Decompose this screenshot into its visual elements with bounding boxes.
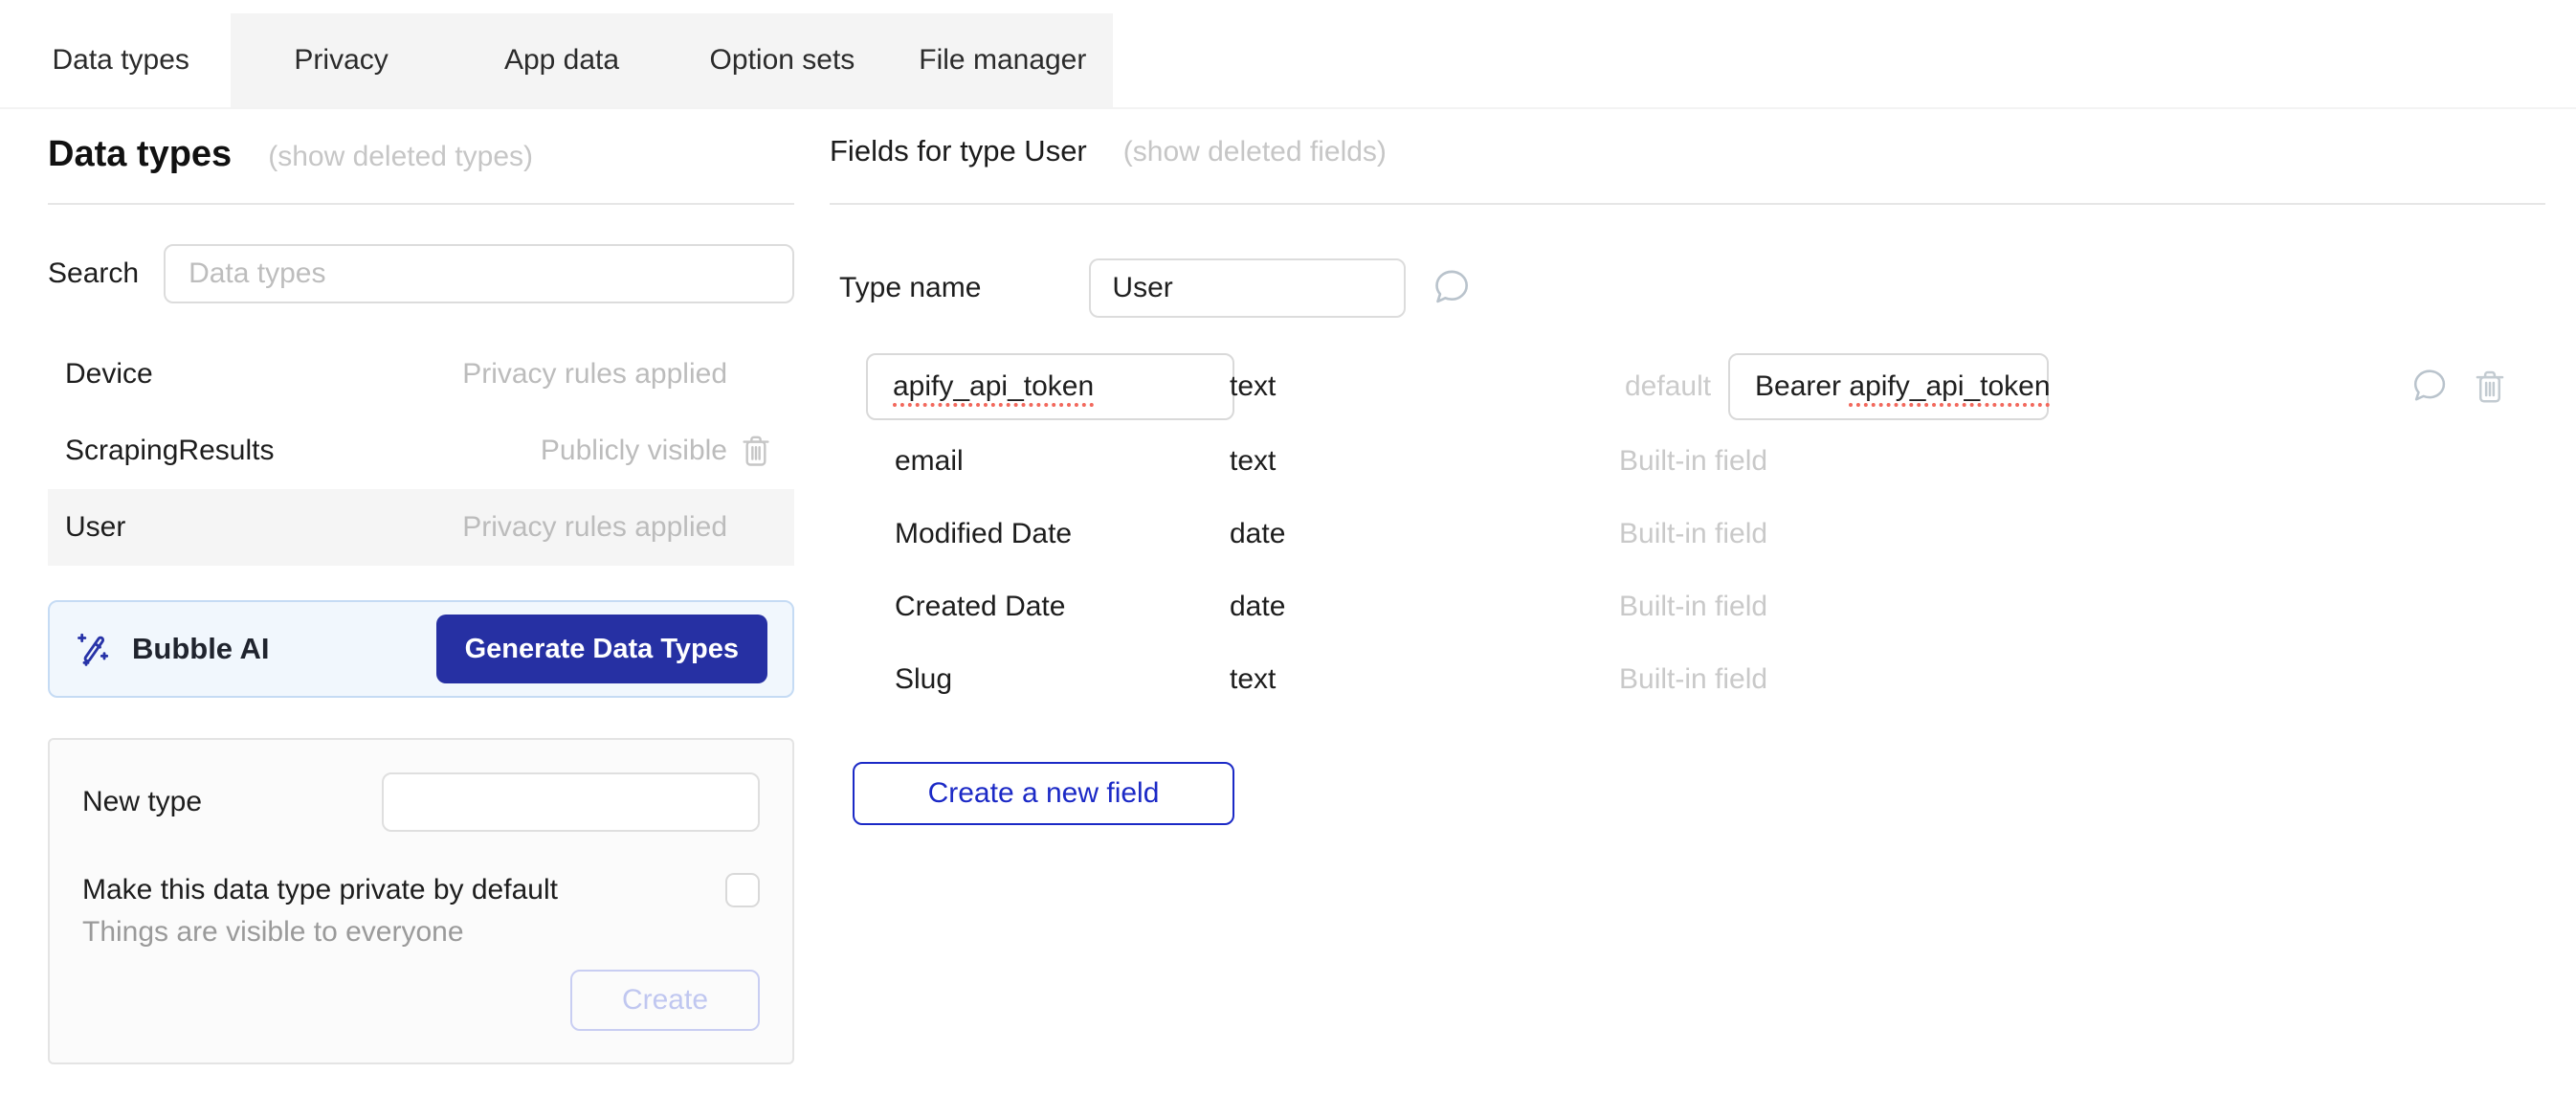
- data-types-panel: Data types (show deleted types) Search D…: [48, 134, 794, 1064]
- comment-bubble-icon: [1429, 268, 1473, 308]
- fields-title: Fields for type User: [830, 134, 1087, 168]
- create-new-field-button[interactable]: Create a new field: [853, 762, 1234, 825]
- field-note: Built-in field: [1619, 445, 1767, 478]
- type-name-input[interactable]: [1089, 258, 1406, 318]
- field-row-actions: [2408, 368, 2507, 406]
- field-note: Built-in field: [1619, 663, 1767, 696]
- tab-option-sets[interactable]: Option sets: [672, 13, 892, 107]
- create-type-button[interactable]: Create: [570, 970, 760, 1031]
- field-row-email[interactable]: email text Built-in field: [830, 425, 2545, 498]
- trash-icon: [2473, 368, 2507, 406]
- type-name-label: Type name: [839, 272, 981, 304]
- search-input[interactable]: [164, 244, 794, 303]
- field-list: apify_api_token text default Bearer apif…: [830, 348, 2545, 716]
- field-row-apify-api-token: apify_api_token text default Bearer apif…: [830, 348, 2545, 425]
- search-label: Search: [48, 257, 139, 290]
- tab-label: App data: [504, 44, 619, 77]
- field-type: text: [1230, 445, 1276, 478]
- type-row-device[interactable]: Device Privacy rules applied: [48, 336, 794, 413]
- field-row-modified-date[interactable]: Modified Date date Built-in field: [830, 498, 2545, 570]
- tab-label: Privacy: [294, 44, 388, 77]
- show-deleted-types-link[interactable]: (show deleted types): [268, 141, 533, 173]
- show-deleted-fields-link[interactable]: (show deleted fields): [1123, 136, 1387, 168]
- tabbar-underline: [0, 107, 2576, 109]
- type-name-comment-button[interactable]: [1429, 268, 1473, 308]
- field-type: date: [1230, 591, 1285, 623]
- tab-privacy[interactable]: Privacy: [231, 13, 451, 107]
- field-name: Created Date: [895, 591, 1065, 623]
- visibility-note: Things are visible to everyone: [82, 916, 760, 949]
- left-header-divider: [48, 203, 794, 205]
- type-row-scrapingresults[interactable]: ScrapingResults Publicly visible: [48, 413, 794, 489]
- type-status: Publicly visible: [541, 435, 727, 467]
- private-by-default-label: Make this data type private by default: [82, 874, 558, 906]
- data-tab-bar: Data types Privacy App data Option sets …: [11, 13, 1113, 107]
- tab-file-manager[interactable]: File manager: [893, 13, 1113, 107]
- field-name: email: [895, 445, 964, 478]
- search-row: Search: [48, 244, 794, 303]
- left-panel-header: Data types (show deleted types): [48, 134, 794, 178]
- field-delete-button[interactable]: [2473, 368, 2507, 406]
- field-name: Modified Date: [895, 518, 1072, 550]
- generate-data-types-button[interactable]: Generate Data Types: [436, 615, 767, 683]
- fields-panel: Fields for type User (show deleted field…: [830, 134, 2545, 825]
- right-header-divider: [830, 203, 2545, 205]
- page-title: Data types: [48, 134, 232, 175]
- default-label: default: [1625, 370, 1711, 403]
- new-type-label: New type: [82, 786, 202, 818]
- default-token: apify_api_token: [1849, 370, 2050, 403]
- bubble-ai-label: Bubble AI: [132, 632, 270, 666]
- type-name: User: [65, 511, 125, 544]
- field-default-input[interactable]: Bearer apify_api_token: [1728, 353, 2049, 420]
- field-row-slug[interactable]: Slug text Built-in field: [830, 643, 2545, 716]
- field-note: Built-in field: [1619, 518, 1767, 550]
- field-name: Slug: [895, 663, 952, 696]
- magic-wand-icon: [75, 630, 113, 668]
- field-name-value: apify_api_token: [893, 370, 1094, 403]
- type-status: Privacy rules applied: [462, 511, 727, 544]
- field-type: text: [1230, 370, 1276, 403]
- field-type: date: [1230, 518, 1285, 550]
- bubble-data-tab-page: Data types Privacy App data Option sets …: [0, 0, 2576, 1118]
- tab-label: Data types: [52, 44, 189, 77]
- type-name: Device: [65, 358, 153, 391]
- type-status: Privacy rules applied: [462, 358, 727, 391]
- delete-type-button[interactable]: [733, 433, 779, 469]
- private-by-default-row: Make this data type private by default: [82, 872, 760, 908]
- type-name-row: Type name: [830, 258, 2545, 318]
- new-type-box: New type Make this data type private by …: [48, 738, 794, 1064]
- type-row-user[interactable]: User Privacy rules applied: [48, 489, 794, 566]
- right-panel-header: Fields for type User (show deleted field…: [830, 134, 2545, 178]
- comment-bubble-icon: [2408, 368, 2450, 406]
- field-type: text: [1230, 663, 1276, 696]
- type-name: ScrapingResults: [65, 435, 274, 467]
- create-row: Create: [82, 970, 760, 1031]
- tab-label: File manager: [919, 44, 1086, 77]
- tab-label: Option sets: [710, 44, 855, 77]
- new-type-input[interactable]: [382, 772, 760, 832]
- field-note: Built-in field: [1619, 591, 1767, 623]
- default-prefix: Bearer: [1755, 370, 1849, 403]
- tab-data-types[interactable]: Data types: [11, 13, 231, 107]
- field-comment-button[interactable]: [2408, 368, 2450, 406]
- tab-app-data[interactable]: App data: [452, 13, 672, 107]
- new-type-row: New type: [82, 771, 760, 834]
- private-by-default-checkbox[interactable]: [725, 873, 760, 907]
- field-name-input[interactable]: apify_api_token: [866, 353, 1234, 420]
- trash-icon: [740, 433, 772, 469]
- field-row-created-date[interactable]: Created Date date Built-in field: [830, 570, 2545, 643]
- bubble-ai-box: Bubble AI Generate Data Types: [48, 600, 794, 698]
- type-list: Device Privacy rules applied ScrapingRes…: [48, 336, 794, 566]
